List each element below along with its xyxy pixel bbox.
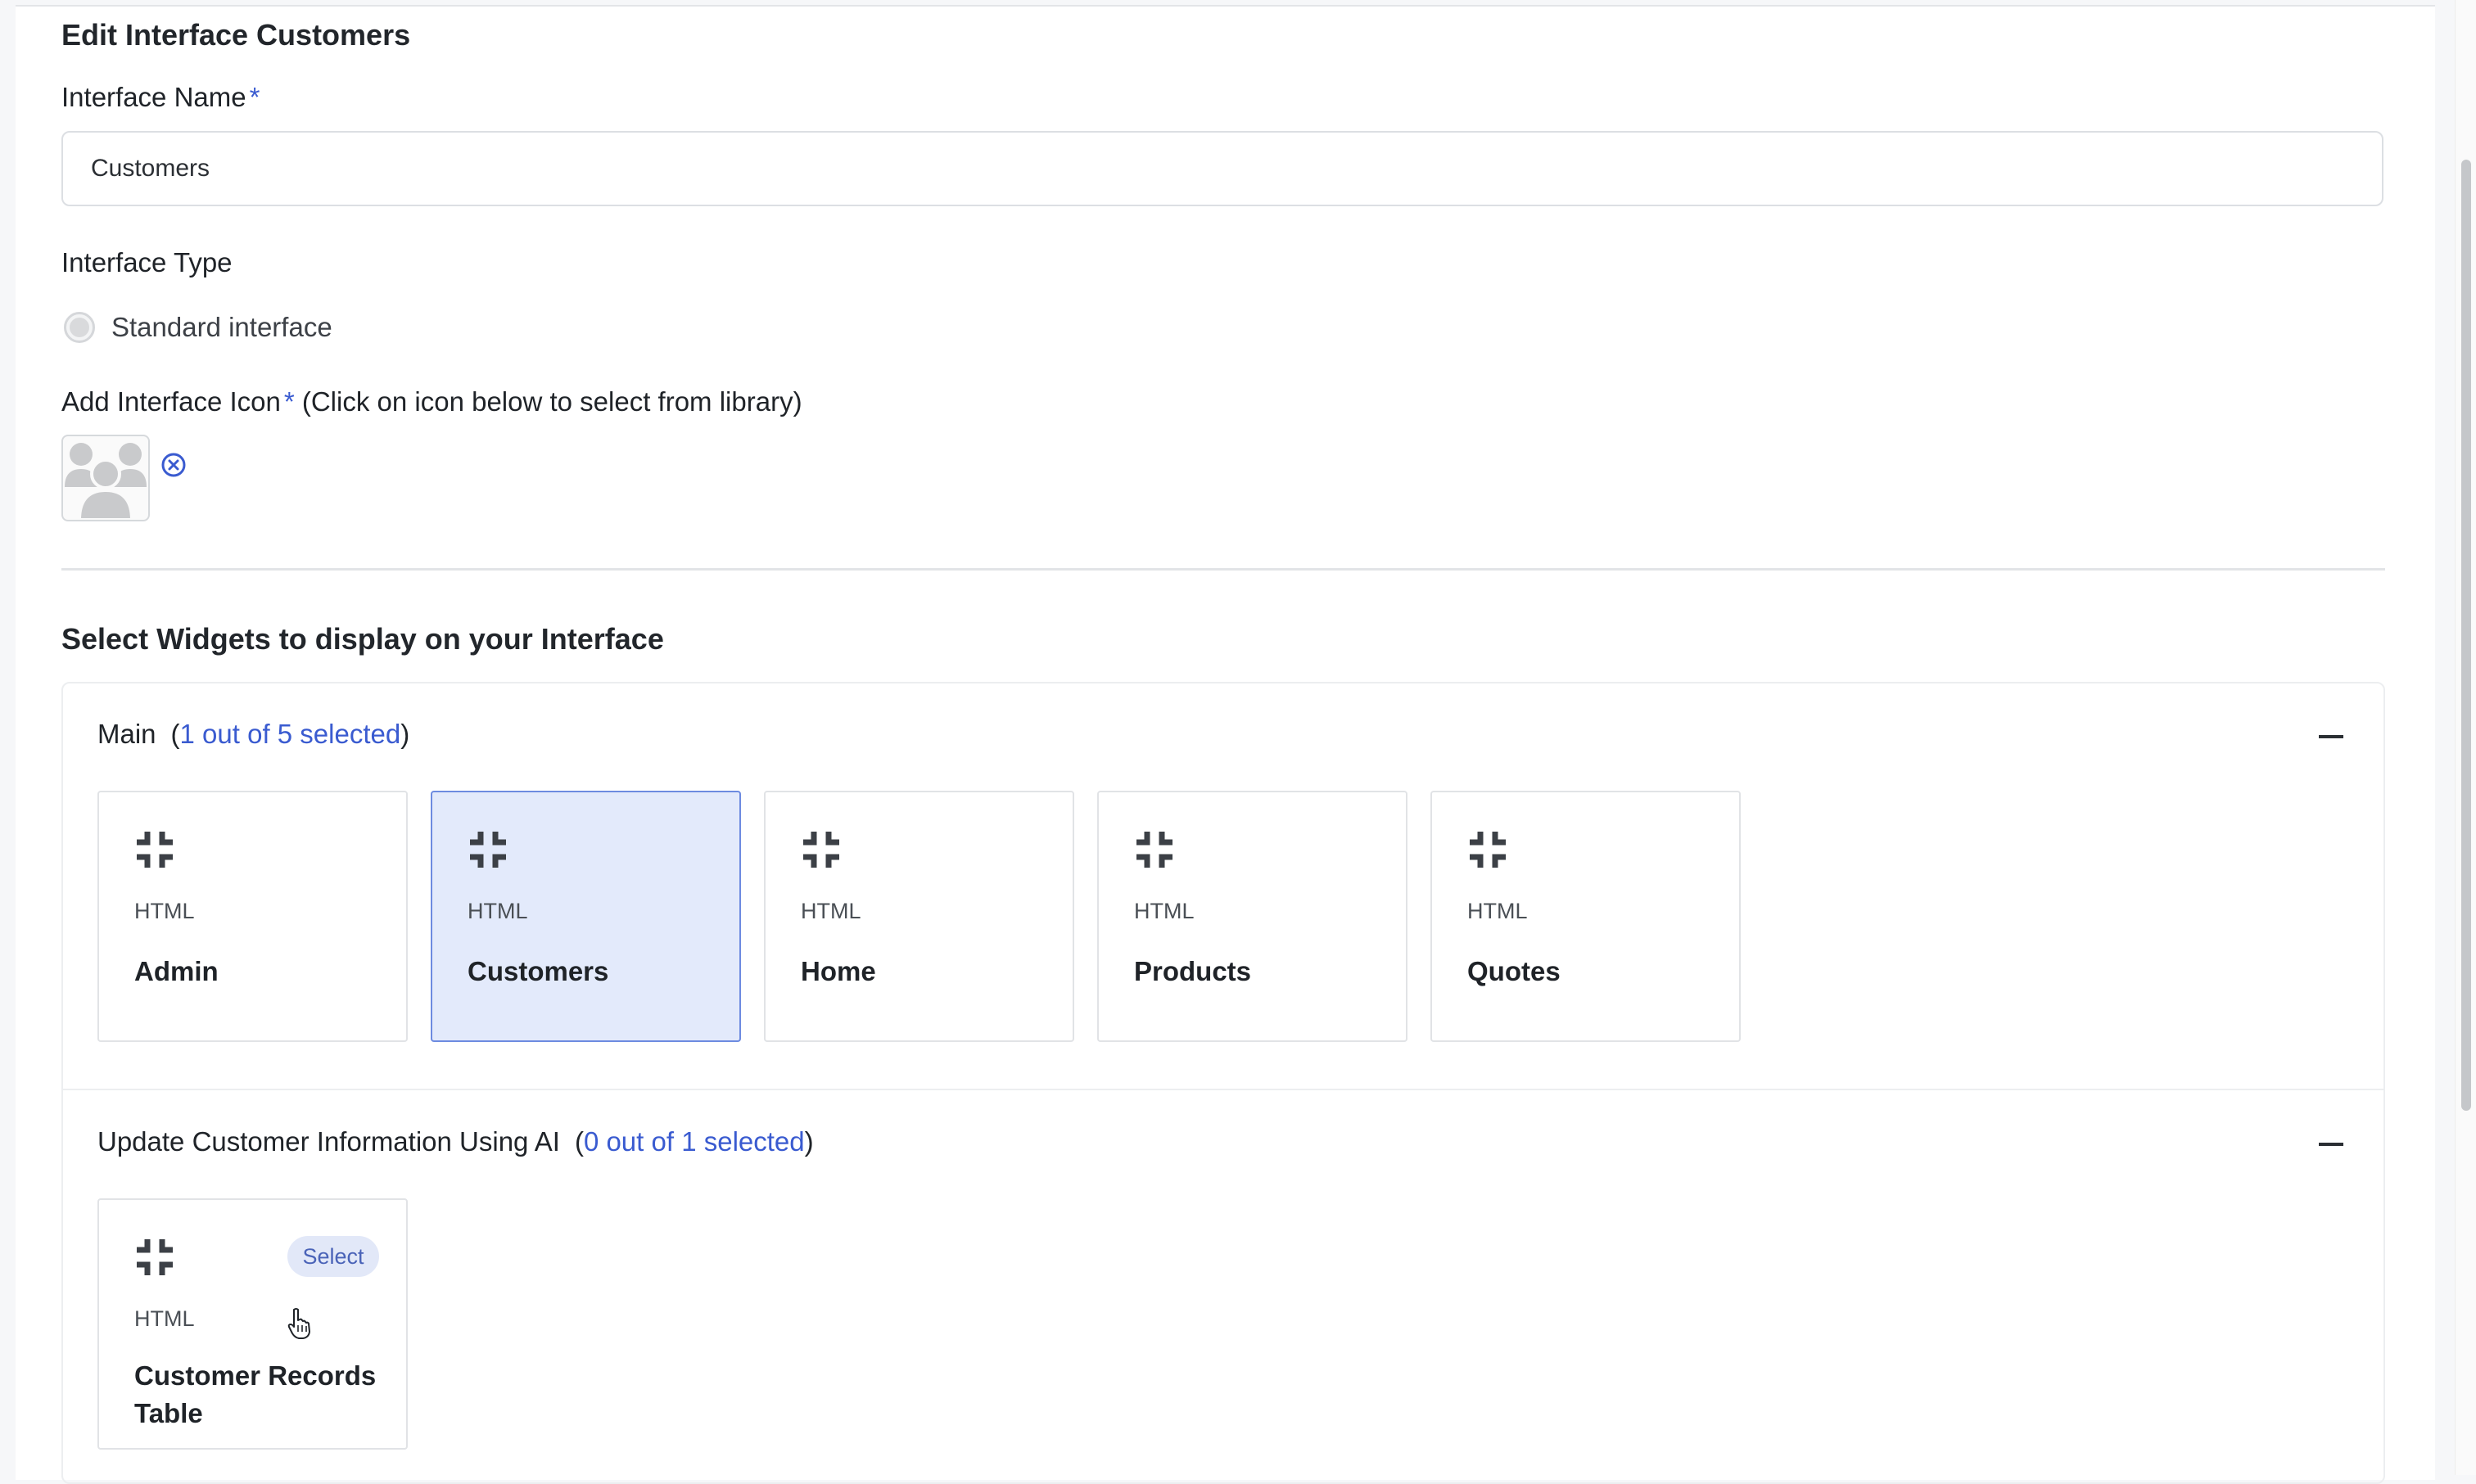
standard-interface-radio-row[interactable]: Standard interface — [64, 309, 332, 346]
paren-close: ) — [400, 719, 410, 749]
hand-pointer-cursor-icon — [287, 1308, 310, 1339]
scrollbar-thumb[interactable] — [2461, 160, 2471, 1111]
widget-type: HTML — [134, 899, 195, 923]
widgets-section-title: Select Widgets to display on your Interf… — [61, 622, 664, 656]
widget-type: HTML — [1134, 899, 1195, 923]
collapse-arrows-icon — [137, 1239, 173, 1275]
widget-card-products[interactable]: HTML Products — [1097, 791, 1407, 1042]
group-name: Main — [97, 719, 156, 749]
widget-type: HTML — [134, 1306, 195, 1331]
interface-name-label-text: Interface Name — [61, 82, 246, 112]
collapse-arrows-icon — [803, 832, 839, 868]
widget-name: Quotes — [1467, 956, 1561, 986]
group-header-update-customer: Update Customer Information Using AI (0 … — [97, 1126, 814, 1157]
widget-name: Products — [1134, 956, 1252, 986]
widget-card-quotes[interactable]: HTML Quotes — [1430, 791, 1741, 1042]
interface-type-label: Interface Type — [61, 247, 233, 277]
add-icon-label: Add Interface Icon * (Click on icon below… — [61, 386, 802, 417]
collapse-arrows-icon — [470, 832, 506, 868]
page-title: Edit Interface Customers — [61, 18, 411, 52]
widget-name: Home — [801, 956, 876, 986]
widget-card-customer-records-table[interactable]: Select HTML Customer Records Table — [97, 1198, 408, 1450]
widget-card-admin[interactable]: HTML Admin — [97, 791, 408, 1042]
group-separator — [63, 1089, 2383, 1090]
group-selection-count: 1 out of 5 selected — [179, 719, 401, 749]
collapse-update-customer-button[interactable] — [2319, 1143, 2343, 1146]
group-name: Update Customer Information Using AI — [97, 1126, 560, 1157]
section-divider — [61, 568, 2385, 571]
widget-name: Customer Records Table — [134, 1360, 377, 1428]
collapse-arrows-icon — [1136, 832, 1172, 868]
collapse-main-button[interactable] — [2319, 735, 2343, 738]
interface-name-input[interactable] — [61, 131, 2383, 206]
paren-open: ( — [574, 1126, 584, 1157]
widget-card-customers[interactable]: HTML Customers — [431, 791, 741, 1042]
add-icon-label-text: Add Interface Icon — [61, 386, 281, 417]
widget-type: HTML — [468, 899, 528, 923]
widget-type: HTML — [801, 899, 861, 923]
required-marker: * — [249, 82, 260, 112]
standard-interface-radio[interactable] — [64, 312, 95, 343]
widget-card-home[interactable]: HTML Home — [764, 791, 1074, 1042]
people-group-icon — [65, 443, 147, 520]
group-header-main: Main (1 out of 5 selected) — [97, 719, 409, 750]
interface-name-label: Interface Name * — [61, 82, 260, 113]
required-marker: * — [283, 386, 295, 417]
add-icon-hint: (Click on icon below to select from libr… — [301, 386, 802, 417]
collapse-arrows-icon — [1470, 832, 1506, 868]
group-selection-count: 0 out of 1 selected — [583, 1126, 805, 1157]
collapse-arrows-icon — [137, 832, 173, 868]
radio-dot — [70, 318, 89, 337]
interface-icon-picker[interactable] — [61, 435, 150, 521]
widget-name: Admin — [134, 956, 219, 986]
widget-type: HTML — [1467, 899, 1528, 923]
paren-open: ( — [170, 719, 180, 749]
widget-name: Customers — [468, 956, 609, 986]
remove-icon-button[interactable] — [160, 452, 187, 478]
select-widget-button[interactable]: Select — [287, 1236, 379, 1277]
paren-close: ) — [804, 1126, 814, 1157]
standard-interface-label: Standard interface — [111, 312, 332, 342]
